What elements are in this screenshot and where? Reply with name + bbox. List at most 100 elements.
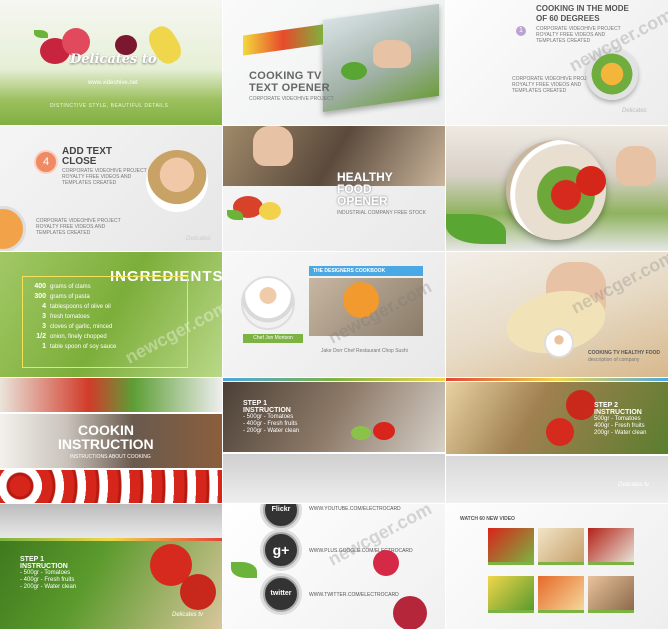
hand-image <box>373 40 411 68</box>
tomato-decoration <box>576 166 606 196</box>
cookbook-banner: THE DESIGNERS COOKBOOK <box>309 266 423 276</box>
google-plus-icon[interactable]: g+ <box>263 532 299 568</box>
chef-avatar <box>544 328 574 358</box>
small-logo: Delicates <box>186 236 211 242</box>
food-circle-image <box>0 206 26 251</box>
tile-cookin-instruction: COOKIN INSTRUCTION INSTRUCTIONS ABOUT CO… <box>0 378 222 503</box>
tomato-decoration <box>566 390 596 420</box>
woman-eating-photo <box>146 150 208 212</box>
leaf-decoration <box>231 562 257 578</box>
title-line-1: COOKING TV <box>249 70 322 82</box>
social-url[interactable]: WWW.TWITTER.COM/ELECTROCARD <box>309 592 399 598</box>
lettuce-decoration <box>446 214 506 244</box>
small-logo: Delicates tv <box>618 482 650 488</box>
title-line-3: OPENER <box>337 194 388 208</box>
social-url[interactable]: WWW.YOUTUBE.COM/ELECTROCARD <box>309 506 401 512</box>
ingredient-quantity: 3 <box>42 323 46 330</box>
step-subtitle: INSTRUCTION <box>20 563 68 570</box>
leaf-decoration <box>34 30 48 38</box>
pomegranate-decoration <box>393 596 427 629</box>
salad-strip-image <box>0 378 222 412</box>
ingredient-text: table spoon of soy sauce <box>50 344 117 350</box>
step-subtitle: INSTRUCTION <box>243 407 291 414</box>
lemon-decoration <box>259 202 281 220</box>
pepper-decoration <box>373 422 395 440</box>
video-thumbnail[interactable] <box>588 528 634 562</box>
step-item: 400gr - Fresh fruits <box>594 423 645 429</box>
thumb-bar <box>588 562 634 565</box>
step-text: STEP 2 INSTRUCTION 500gr - Tomatoes 400g… <box>594 402 646 437</box>
title-line-2: TEXT OPENER <box>249 82 330 94</box>
ingredient-row: 400 grams of clams <box>6 282 206 292</box>
step-title: STEP 2 <box>594 402 618 409</box>
step-text: STEP 1 INSTRUCTION - 500gr - Tomatoes - … <box>243 400 299 435</box>
hand-image <box>616 146 656 186</box>
leaf-decoration <box>227 210 243 220</box>
ingredient-text: fresh tomatoes <box>50 314 90 320</box>
step-item: - 200gr - Water clean <box>243 428 300 434</box>
step-title: STEP 1 <box>20 556 44 563</box>
thumb-bar <box>538 610 584 613</box>
ingredient-quantity: 400 <box>34 283 46 290</box>
gray-kitchen-photo <box>223 454 445 503</box>
step-item: - 200gr - Water clean <box>20 584 77 590</box>
brand-title: Delicates to <box>70 52 157 67</box>
vegetable-decoration <box>341 62 367 80</box>
ingredient-text: tablespoons of olive oil <box>50 304 111 310</box>
step-item: - 400gr - Fresh fruits <box>20 577 75 583</box>
step-text: STEP 1 INSTRUCTION - 500gr - Tomatoes - … <box>20 556 76 591</box>
title-line-2: OF 60 DEGREES <box>536 14 600 23</box>
subtitle: CORPORATE VIDEOHIVE PROJECT <box>249 96 334 102</box>
small-logo: Delicates <box>622 108 647 114</box>
video-thumbnail[interactable] <box>538 528 584 562</box>
template-preview-grid: Delicates to www.videohive.net DISTINCTI… <box>0 0 668 629</box>
ingredient-quantity: 300 <box>34 293 46 300</box>
tile-designers-cookbook: THE DESIGNERS COOKBOOK Jake Dorr Chef Re… <box>223 252 445 377</box>
caption: Jake Dorr Chef Restaurant Chop Sushi <box>321 348 408 354</box>
raspberry-decoration <box>373 550 399 576</box>
color-bar <box>446 378 668 381</box>
thumb-bar <box>588 610 634 613</box>
video-thumbnail[interactable] <box>488 528 534 562</box>
step-title: STEP 1 <box>243 400 267 407</box>
ingredient-text: onion, finely chopped <box>50 334 107 340</box>
strawberry-strip-image <box>0 470 222 503</box>
title-line-1: COOKING IN THE MODE <box>536 4 629 13</box>
ingredient-text: cloves of garlic, minced <box>50 324 113 330</box>
desc-line: TEMPLATES CREATED <box>512 88 567 94</box>
tile-add-text-close: 4 ADD TEXT CLOSE CORPORATE VIDEOHIVE PRO… <box>0 126 222 251</box>
flickr-icon[interactable]: Flickr <box>263 504 299 528</box>
subtitle: INSTRUCTIONS ABOUT COOKING <box>70 454 151 460</box>
tagline: DISTINCTIVE STYLE, BEAUTIFUL DETAILS <box>50 103 169 109</box>
thumb-bar <box>488 610 534 613</box>
step-item: - 400gr - Fresh fruits <box>243 421 298 427</box>
tile-chef-healthy-food: COOKING TV HEALTHY FOOD description of c… <box>446 252 668 377</box>
tile-social-links: Flickr g+ twitter WWW.YOUTUBE.COM/ELECTR… <box>223 504 445 629</box>
twitter-icon[interactable]: twitter <box>263 576 299 612</box>
thumb-bar <box>488 562 534 565</box>
video-thumbnail[interactable] <box>538 576 584 610</box>
hand-image <box>253 126 293 166</box>
desc-line: TEMPLATES CREATED <box>36 230 91 236</box>
ingredient-quantity: 1 <box>42 343 46 350</box>
video-thumbnail[interactable] <box>488 576 534 610</box>
thumb-bar <box>538 562 584 565</box>
video-thumbnail[interactable] <box>588 576 634 610</box>
ingredient-row: 300 grams of pasta <box>6 292 206 302</box>
tile-knife-vegetables <box>446 126 668 251</box>
ingredient-quantity: 3 <box>42 313 46 320</box>
watch-label: WATCH 60 NEW VIDEO <box>460 516 515 522</box>
site-url: www.videohive.net <box>88 80 138 86</box>
ingredient-text: grams of clams <box>50 284 91 290</box>
desc-line: TEMPLATES CREATED <box>62 180 117 186</box>
tile-watch-videos: WATCH 60 NEW VIDEO <box>446 504 668 629</box>
sub-label: description of company <box>588 357 640 363</box>
vegetable-decoration <box>351 426 371 440</box>
subtitle: INDUSTRIAL COMPANY FREE STOCK <box>337 210 426 216</box>
tomato-decoration <box>180 574 216 610</box>
gray-kitchen-photo <box>0 504 222 538</box>
step-item: 200gr - Water clean <box>594 430 647 436</box>
ingredient-row: 4 tablespoons of olive oil <box>6 302 206 312</box>
step-item: - 500gr - Tomatoes <box>20 570 71 576</box>
title-line-2: CLOSE <box>62 156 97 167</box>
